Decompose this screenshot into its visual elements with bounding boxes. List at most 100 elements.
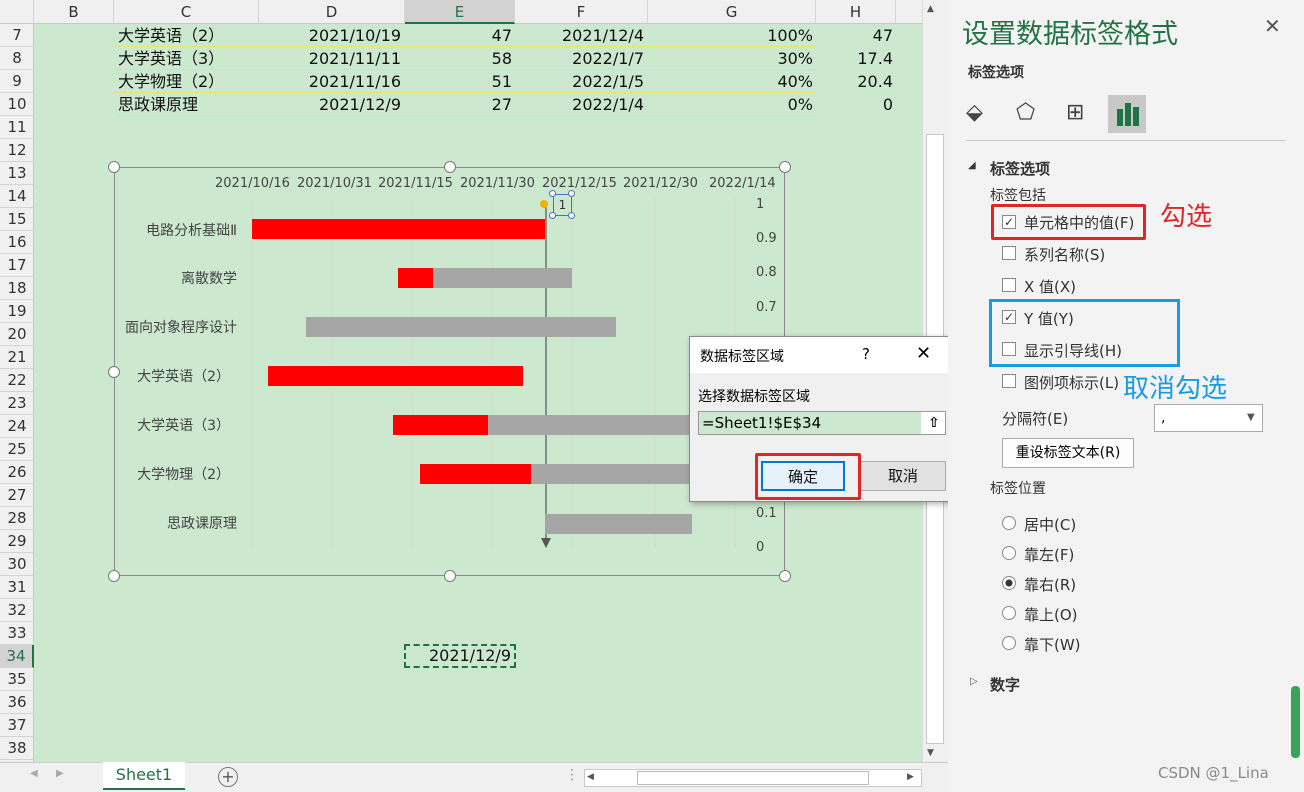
row-header-27[interactable]: 27: [0, 484, 34, 507]
separator-select[interactable]: , ▼: [1154, 404, 1263, 432]
row-header-19[interactable]: 19: [0, 300, 34, 323]
effects-pentagon-icon[interactable]: ⬠: [1016, 100, 1044, 128]
cell-c8[interactable]: 大学英语（3）: [118, 47, 224, 70]
label-legend-key[interactable]: 图例项标示(L): [1024, 372, 1119, 393]
bar-done[interactable]: [268, 366, 523, 386]
row-header-18[interactable]: 18: [0, 277, 34, 300]
close-icon[interactable]: ✕: [916, 343, 931, 364]
label-center[interactable]: 居中(C): [1024, 514, 1076, 535]
range-field[interactable]: =Sheet1!$E$34 ⇧: [698, 411, 946, 435]
section-number[interactable]: 数字: [990, 674, 1020, 695]
cell-e8[interactable]: 58: [405, 47, 512, 70]
row-header-22[interactable]: 22: [0, 369, 34, 392]
pane-close-icon[interactable]: ✕: [1264, 14, 1281, 38]
row-header-7[interactable]: 7: [0, 24, 34, 47]
label-x-value[interactable]: X 值(X): [1024, 276, 1076, 297]
cell-g8[interactable]: 30%: [648, 47, 813, 70]
row-header-35[interactable]: 35: [0, 668, 34, 691]
row-header-38[interactable]: 38: [0, 737, 34, 760]
label-left[interactable]: 靠左(F): [1024, 544, 1074, 565]
label-handle[interactable]: [549, 212, 556, 219]
col-header-h[interactable]: H: [816, 0, 896, 24]
row-header-10[interactable]: 10: [0, 93, 34, 116]
label-right[interactable]: 靠右(R): [1024, 574, 1076, 595]
cell-d10[interactable]: 2021/12/9: [260, 93, 401, 116]
row-header-11[interactable]: 11: [0, 116, 34, 139]
cell-e7[interactable]: 47: [405, 24, 512, 47]
col-header-c[interactable]: C: [114, 0, 259, 24]
help-button[interactable]: ?: [862, 345, 870, 363]
row-header-12[interactable]: 12: [0, 139, 34, 162]
radio-above[interactable]: [1002, 606, 1016, 620]
row-header-8[interactable]: 8: [0, 47, 34, 70]
bar-done[interactable]: [398, 268, 433, 288]
h-scroll-thumb[interactable]: [637, 771, 869, 785]
add-sheet-icon[interactable]: +: [218, 767, 238, 787]
horizontal-scrollbar[interactable]: ◀ ▶: [584, 769, 922, 787]
row-header-28[interactable]: 28: [0, 507, 34, 530]
collapse-arrow-icon[interactable]: ◢: [968, 160, 976, 171]
row-header-17[interactable]: 17: [0, 254, 34, 277]
pane-scrollbar[interactable]: [1291, 686, 1300, 758]
cell-h7[interactable]: 47: [816, 24, 893, 47]
section-label-options[interactable]: 标签选项: [990, 158, 1050, 179]
chart-handle-tr[interactable]: [779, 161, 791, 173]
fill-line-icon[interactable]: ⬙: [966, 100, 994, 128]
cell-f8[interactable]: 2022/1/7: [515, 47, 644, 70]
label-handle[interactable]: [568, 212, 575, 219]
row-header-16[interactable]: 16: [0, 231, 34, 254]
cell-d7[interactable]: 2021/10/19: [260, 24, 401, 47]
row-header-24[interactable]: 24: [0, 415, 34, 438]
expand-arrow-icon[interactable]: ▷: [970, 676, 978, 687]
options-tab-label[interactable]: 标签选项: [968, 62, 1024, 82]
checkbox-series-name[interactable]: [1002, 246, 1016, 260]
cell-f7[interactable]: 2021/12/4: [515, 24, 644, 47]
row-header-13[interactable]: 13: [0, 162, 34, 185]
cell-c9[interactable]: 大学物理（2）: [118, 70, 224, 93]
row-header-23[interactable]: 23: [0, 392, 34, 415]
collapse-icon[interactable]: ⇧: [923, 412, 945, 434]
row-header-33[interactable]: 33: [0, 622, 34, 645]
bar-done[interactable]: [420, 464, 531, 484]
cell-e34[interactable]: 2021/12/9: [404, 644, 516, 668]
cell-c7[interactable]: 大学英语（2）: [118, 24, 224, 47]
cell-f9[interactable]: 2022/1/5: [515, 70, 644, 93]
scroll-up-icon[interactable]: ▲: [927, 4, 934, 14]
tab-next-icon[interactable]: ▶: [56, 768, 64, 779]
row-header-36[interactable]: 36: [0, 691, 34, 714]
label-handle[interactable]: [549, 190, 556, 197]
row-header-9[interactable]: 9: [0, 70, 34, 93]
label-series-name[interactable]: 系列名称(S): [1024, 244, 1105, 265]
row-header-29[interactable]: 29: [0, 530, 34, 553]
col-header-b[interactable]: B: [34, 0, 114, 24]
cell-g7[interactable]: 100%: [648, 24, 813, 47]
cell-d9[interactable]: 2021/11/16: [260, 70, 401, 93]
cell-g10[interactable]: 0%: [648, 93, 813, 116]
radio-below[interactable]: [1002, 636, 1016, 650]
chart-handle-bl[interactable]: [108, 570, 120, 582]
cell-c10[interactable]: 思政课原理: [118, 93, 198, 116]
chart-handle-tc[interactable]: [444, 161, 456, 173]
cell-h9[interactable]: 20.4: [816, 70, 893, 93]
row-header-21[interactable]: 21: [0, 346, 34, 369]
checkbox-x-value[interactable]: [1002, 278, 1016, 292]
split-handle-icon[interactable]: ⋮: [565, 767, 579, 783]
radio-right[interactable]: [1002, 576, 1016, 590]
range-input[interactable]: =Sheet1!$E$34: [699, 412, 921, 434]
reset-label-text-button[interactable]: 重设标签文本(R): [1002, 438, 1134, 468]
cell-g9[interactable]: 40%: [648, 70, 813, 93]
row-header-26[interactable]: 26: [0, 461, 34, 484]
col-header-f[interactable]: F: [515, 0, 648, 24]
bar-done[interactable]: [252, 219, 545, 239]
row-header-31[interactable]: 31: [0, 576, 34, 599]
label-handle[interactable]: [568, 190, 575, 197]
label-above[interactable]: 靠上(O): [1024, 604, 1078, 625]
label-options-icon[interactable]: [1108, 95, 1146, 133]
cell-e9[interactable]: 51: [405, 70, 512, 93]
col-header-e[interactable]: E: [405, 0, 515, 24]
select-all-corner[interactable]: [0, 0, 34, 24]
row-header-25[interactable]: 25: [0, 438, 34, 461]
col-header-d[interactable]: D: [259, 0, 405, 24]
scroll-left-icon[interactable]: ◀: [587, 772, 594, 782]
row-header-37[interactable]: 37: [0, 714, 34, 737]
